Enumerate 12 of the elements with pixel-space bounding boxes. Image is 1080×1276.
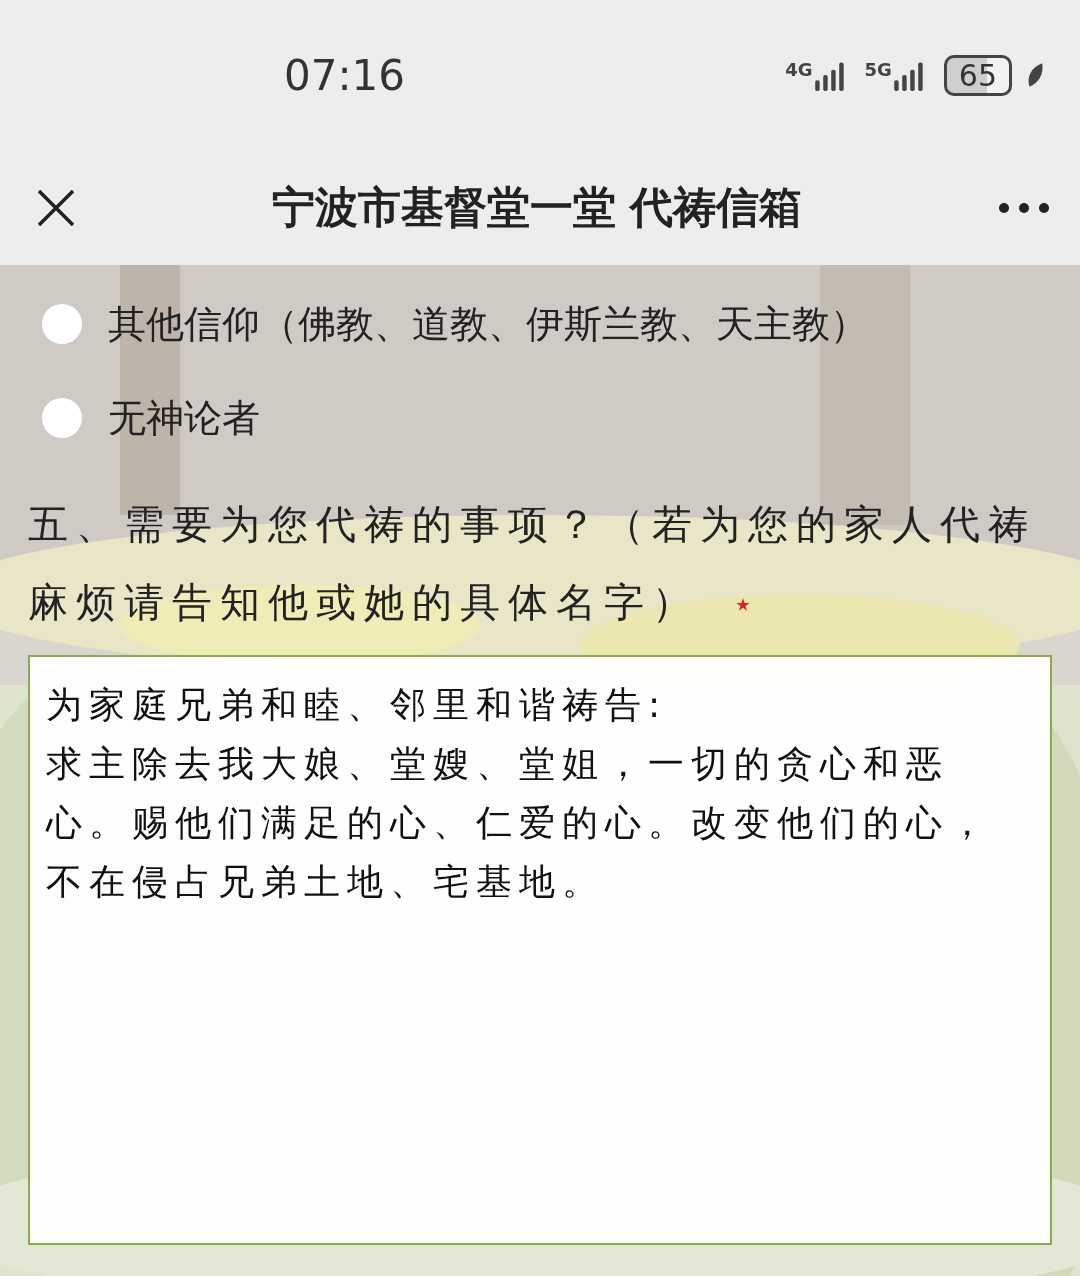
answer-box[interactable]: 为家庭兄弟和睦、邻里和谐祷告: 求主除去我大娘、堂嫂、堂姐，一切的贪心和恶心。赐他们满足的心、仁爱的心。改变他们的心，不在侵占兄弟土地、宅基地。 bbox=[28, 655, 1052, 1245]
option-label: 其他信仰（佛教、道教、伊斯兰教、天主教） bbox=[108, 300, 868, 348]
network-label: 5G bbox=[864, 59, 892, 80]
close-button[interactable] bbox=[36, 187, 76, 228]
clock-time: 07:16 bbox=[284, 50, 406, 100]
question-text: 五、需要为您代祷的事项？（若为您的家人代祷麻烦请告知他或她的具体名字） bbox=[28, 500, 1037, 627]
battery-level: 65 bbox=[943, 54, 1012, 96]
network-label: 4G bbox=[785, 59, 813, 80]
more-button[interactable] bbox=[998, 201, 1050, 214]
page-title: 宁波市基督堂一堂 代祷信箱 bbox=[271, 180, 803, 234]
leaf-icon bbox=[1026, 61, 1044, 89]
option-label: 无神论者 bbox=[108, 394, 260, 442]
